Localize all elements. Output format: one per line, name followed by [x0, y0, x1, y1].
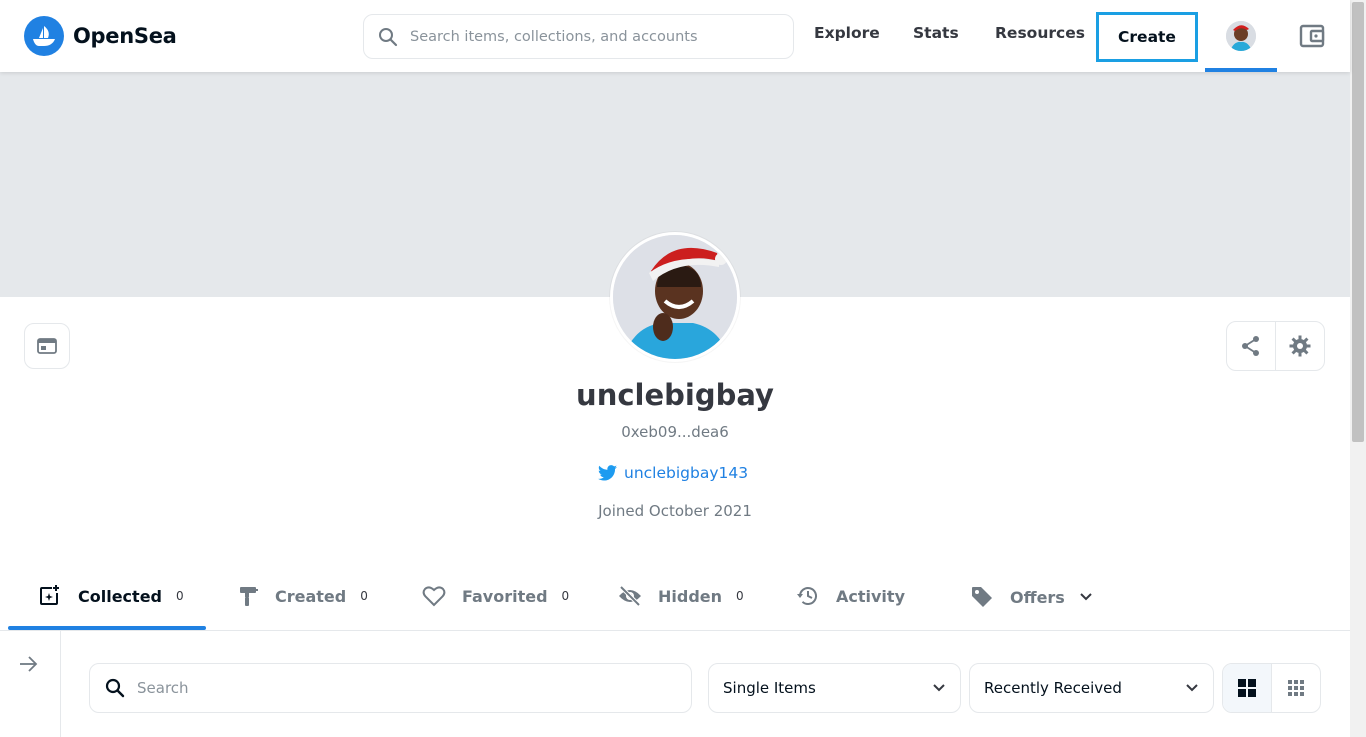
large-grid-icon [1237, 679, 1256, 697]
tab-activity-label: Activity [836, 586, 905, 606]
global-search[interactable] [363, 14, 794, 59]
twitter-icon [598, 465, 617, 481]
sort-value: Recently Received [984, 679, 1122, 697]
nav-resources[interactable]: Resources [995, 24, 1085, 42]
nav-explore[interactable]: Explore [814, 24, 880, 42]
profile-username: unclebigbay [576, 378, 774, 412]
share-button[interactable] [1227, 322, 1276, 370]
item-type-value: Single Items [723, 679, 816, 697]
banner-edit-button[interactable] [24, 323, 70, 369]
profile-actions [1226, 321, 1325, 371]
share-icon [1241, 336, 1259, 356]
tab-favorited[interactable]: Favorited 0 [422, 585, 569, 607]
twitter-handle: unclebigbay143 [624, 464, 749, 482]
tab-offers-label: Offers [1010, 587, 1065, 607]
wallet-address[interactable]: 0xeb09...dea6 [0, 423, 1350, 441]
tab-collected[interactable]: Collected 0 [38, 585, 184, 607]
tab-hidden-count: 0 [736, 589, 744, 603]
small-grid-button[interactable] [1272, 664, 1321, 712]
chevron-down-icon [1186, 684, 1198, 692]
arrow-right-icon [20, 656, 38, 672]
tab-collected-label: Collected [78, 586, 162, 606]
small-grid-icon [1287, 680, 1304, 696]
user-avatar[interactable] [1226, 21, 1256, 51]
gear-icon [1289, 335, 1311, 357]
search-icon [379, 27, 398, 46]
tab-created-count: 0 [360, 589, 368, 603]
items-search-input[interactable] [137, 679, 657, 697]
opensea-logo[interactable]: OpenSea [24, 16, 177, 56]
joined-date: Joined October 2021 [598, 502, 752, 520]
active-indicator [1205, 68, 1277, 72]
settings-button[interactable] [1276, 322, 1325, 370]
large-grid-button[interactable] [1223, 664, 1272, 712]
grid-size-toggle [1222, 663, 1321, 713]
opensea-logo-icon [24, 16, 64, 56]
item-type-select[interactable]: Single Items [708, 663, 961, 713]
twitter-link[interactable]: unclebigbay143 [598, 464, 748, 482]
tab-hidden-label: Hidden [658, 586, 723, 606]
profile-picture[interactable] [610, 232, 740, 362]
tab-created[interactable]: Created 0 [238, 585, 368, 607]
tab-favorited-count: 0 [561, 589, 570, 603]
expand-filters-button[interactable] [17, 653, 39, 679]
top-navbar: OpenSea Explore Stats Resources Create [0, 0, 1350, 72]
filter-sidebar-rail [0, 631, 61, 737]
wallet-icon[interactable] [1298, 22, 1326, 54]
browser-window-icon [37, 338, 57, 354]
active-tab-indicator [8, 626, 206, 630]
items-search[interactable] [89, 663, 692, 713]
tab-activity[interactable]: Activity [796, 585, 905, 607]
tab-created-label: Created [275, 586, 347, 606]
tab-hidden[interactable]: Hidden 0 [618, 585, 744, 607]
logo-text: OpenSea [73, 24, 177, 48]
tab-offers[interactable]: Offers [970, 585, 1093, 609]
paintbrush-icon [240, 587, 258, 606]
heart-icon [422, 586, 446, 607]
page-scrollbar[interactable] [1350, 0, 1366, 737]
scrollbar-thumb[interactable] [1352, 2, 1364, 442]
chevron-down-icon [1080, 593, 1092, 601]
nav-stats[interactable]: Stats [913, 24, 959, 42]
eye-off-icon [619, 585, 641, 607]
sort-select[interactable]: Recently Received [969, 663, 1214, 713]
history-icon [797, 587, 817, 605]
tab-favorited-label: Favorited [462, 586, 548, 606]
tag-icon [972, 587, 992, 607]
chevron-down-icon [933, 684, 945, 692]
collected-icon [40, 585, 59, 605]
profile-tabs: Collected 0 Created 0 Favorited 0 Hidden… [0, 565, 1350, 631]
global-search-input[interactable] [410, 28, 770, 45]
search-icon [105, 678, 125, 698]
tab-collected-count: 0 [176, 589, 184, 603]
create-button[interactable]: Create [1096, 12, 1198, 62]
